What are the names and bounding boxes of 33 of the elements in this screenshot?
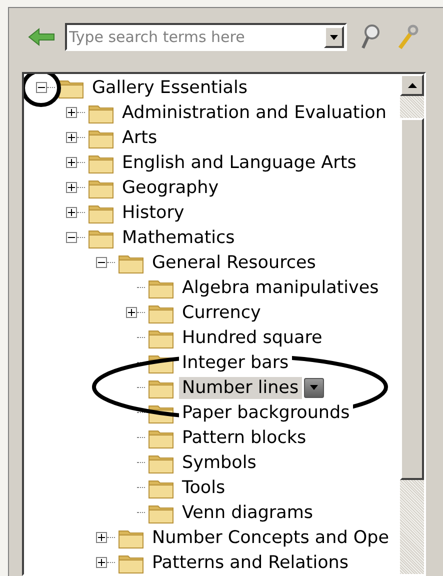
plus-icon	[128, 309, 135, 316]
expand-toggle[interactable]	[66, 107, 77, 118]
minus-icon	[38, 84, 45, 91]
collapse-toggle[interactable]	[66, 232, 77, 243]
expand-toggle[interactable]	[66, 132, 77, 143]
up-triangle-icon	[408, 82, 416, 88]
minus-icon	[98, 259, 105, 266]
minus-icon	[68, 234, 75, 241]
plus-icon	[68, 159, 75, 166]
collapse-toggle[interactable]	[96, 257, 107, 268]
down-triangle-icon	[310, 385, 318, 390]
dropdown-button[interactable]	[324, 26, 344, 48]
expand-toggle[interactable]	[96, 532, 107, 543]
plus-icon	[68, 134, 75, 141]
tree-item[interactable]: Number lines	[179, 376, 302, 398]
expand-toggle[interactable]	[96, 557, 107, 568]
expand-toggle[interactable]	[126, 307, 137, 318]
item-menu-button[interactable]	[304, 378, 324, 398]
tree-item[interactable]: Paper backgrounds	[179, 402, 353, 424]
expand-toggle[interactable]	[66, 157, 77, 168]
plus-icon	[98, 559, 105, 566]
plus-icon	[68, 209, 75, 216]
plus-icon	[68, 184, 75, 191]
plus-icon	[98, 534, 105, 541]
scrollbar[interactable]	[400, 74, 424, 574]
tree-item[interactable]: Integer bars	[179, 352, 292, 374]
expand-toggle[interactable]	[66, 182, 77, 193]
search-field[interactable]: Type search terms here	[65, 23, 347, 51]
expand-toggle[interactable]	[66, 207, 77, 218]
scroll-up-button[interactable]	[400, 74, 424, 96]
collapse-toggle[interactable]	[36, 82, 47, 93]
down-triangle-icon	[330, 34, 338, 40]
plus-icon	[68, 109, 75, 116]
